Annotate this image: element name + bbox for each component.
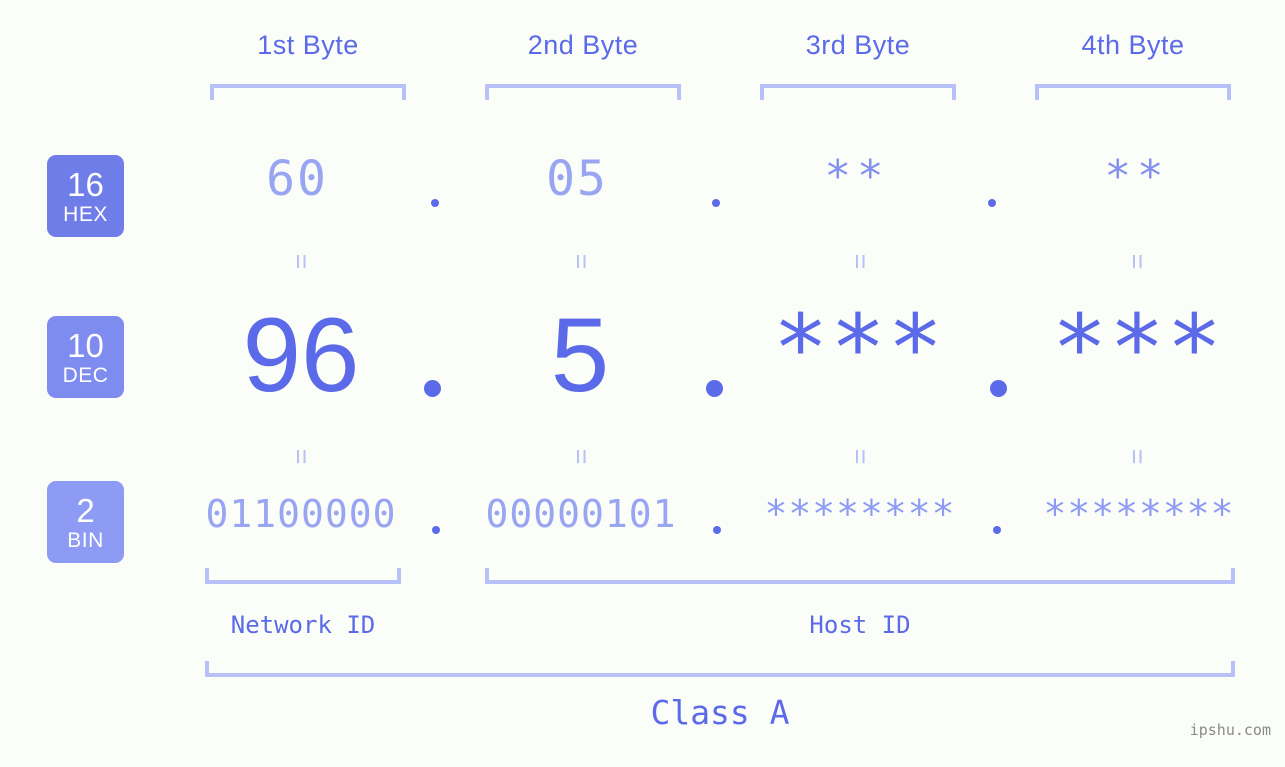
network-id-bracket — [205, 568, 401, 584]
bin-byte-1-value: 01100000 — [205, 492, 397, 536]
class-label: Class A — [650, 693, 790, 732]
radix-badge-bin: 2 BIN — [47, 481, 124, 563]
class-bracket — [205, 661, 1235, 677]
bin-separator-dot-3 — [993, 526, 1001, 534]
radix-badge-bin-label: BIN — [67, 528, 104, 552]
bin-byte-2-value: 00000101 — [485, 492, 677, 536]
byte-bracket-3 — [760, 84, 956, 100]
hex-separator-dot-1 — [431, 199, 439, 207]
bin-byte-4-value: ******** — [1043, 492, 1235, 536]
bin-separator-dot-2 — [713, 526, 721, 534]
radix-badge-bin-number: 2 — [76, 491, 95, 529]
dec-separator-dot-3 — [990, 380, 1007, 397]
network-id-label: Network ID — [230, 611, 376, 639]
radix-badge-dec-number: 10 — [67, 326, 104, 364]
byte-bracket-4 — [1035, 84, 1231, 100]
byte-bracket-1 — [210, 84, 406, 100]
bin-separator-dot-1 — [432, 526, 440, 534]
dec-separator-dot-1 — [424, 380, 441, 397]
watermark: ipshu.com — [1189, 721, 1271, 739]
radix-badge-hex-number: 16 — [67, 165, 104, 203]
hex-separator-dot-2 — [712, 199, 720, 207]
byte-header-3: 3rd Byte — [805, 30, 911, 60]
byte-header-2: 2nd Byte — [527, 30, 639, 60]
radix-badge-dec-label: DEC — [62, 363, 109, 387]
host-id-label: Host ID — [809, 611, 911, 639]
radix-badge-hex: 16 HEX — [47, 155, 124, 237]
dec-separator-dot-2 — [706, 380, 723, 397]
bin-byte-3-value: ******** — [764, 492, 956, 536]
ip-address-breakdown-diagram: 1st Byte 2nd Byte 3rd Byte 4th Byte 16 H… — [0, 0, 1285, 767]
byte-header-4: 4th Byte — [1081, 30, 1185, 60]
byte-header-1: 1st Byte — [257, 30, 359, 60]
byte-bracket-2 — [485, 84, 681, 100]
hex-separator-dot-3 — [988, 199, 996, 207]
radix-badge-dec: 10 DEC — [47, 316, 124, 398]
radix-badge-hex-label: HEX — [63, 202, 108, 226]
host-id-bracket — [485, 568, 1235, 584]
